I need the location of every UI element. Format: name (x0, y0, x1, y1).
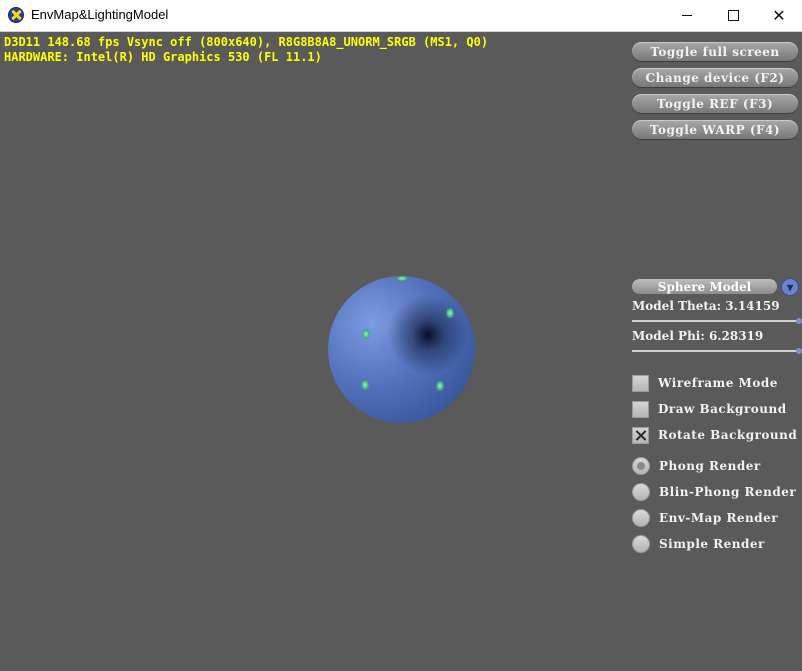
close-icon: ✕ (772, 5, 786, 25)
toggle-fullscreen-button[interactable]: Toggle full screen (632, 42, 798, 61)
wireframe-checkbox[interactable] (632, 374, 649, 392)
rotate-background-checkbox-row[interactable]: Rotate Background (632, 426, 797, 444)
wireframe-label: Wireframe Mode (658, 376, 778, 390)
simple-radio[interactable] (632, 535, 650, 553)
minimize-button[interactable] (664, 0, 710, 31)
theta-slider-label: Model Theta: 3.14159 (632, 299, 780, 313)
draw-background-label: Draw Background (658, 402, 787, 416)
specular-highlight (396, 276, 408, 281)
maximize-icon (727, 10, 739, 21)
device-text: HARDWARE: Intel(R) HD Graphics 530 (FL 1… (4, 50, 322, 64)
close-button[interactable]: ✕ (756, 0, 802, 31)
env-map-label: Env-Map Render (659, 511, 779, 525)
phong-radio[interactable] (632, 457, 650, 475)
rotate-background-checkbox[interactable] (632, 426, 649, 444)
wireframe-checkbox-row[interactable]: Wireframe Mode (632, 374, 778, 392)
specular-highlight (361, 380, 369, 390)
blinn-phong-label: Blin-Phong Render (659, 485, 797, 499)
phong-radio-row[interactable]: Phong Render (632, 457, 761, 475)
maximize-button[interactable] (710, 0, 756, 31)
theta-slider[interactable] (632, 320, 799, 322)
draw-background-checkbox[interactable] (632, 400, 649, 418)
model-select[interactable]: Sphere Model (632, 279, 777, 294)
env-map-radio[interactable] (632, 509, 650, 527)
simple-label: Simple Render (659, 537, 765, 551)
phi-slider[interactable] (632, 350, 799, 352)
phi-slider-thumb[interactable] (796, 348, 802, 354)
window-title-bar[interactable]: EnvMap&LightingModel ✕ (0, 0, 802, 32)
change-device-button[interactable]: Change device (F2) (632, 68, 798, 87)
blinn-phong-radio-row[interactable]: Blin-Phong Render (632, 483, 796, 501)
sphere-model (328, 276, 475, 423)
specular-highlight (362, 329, 370, 339)
minimize-icon (682, 15, 692, 16)
specular-highlight (446, 308, 454, 318)
simple-radio-row[interactable]: Simple Render (632, 535, 765, 553)
directx-x-icon (8, 7, 24, 23)
draw-background-checkbox-row[interactable]: Draw Background (632, 400, 787, 418)
rotate-background-label: Rotate Background (658, 428, 798, 442)
theta-slider-thumb[interactable] (796, 318, 802, 324)
phi-slider-label: Model Phi: 6.28319 (632, 329, 764, 343)
toggle-ref-button[interactable]: Toggle REF (F3) (632, 94, 798, 113)
dropdown-arrow-icon[interactable]: ▼ (781, 278, 799, 296)
blinn-phong-radio[interactable] (632, 483, 650, 501)
toggle-warp-button[interactable]: Toggle WARP (F4) (632, 120, 798, 139)
specular-highlight (436, 381, 444, 391)
stats-text: D3D11 148.68 fps Vsync off (800x640), R8… (4, 35, 489, 49)
phong-label: Phong Render (659, 459, 761, 473)
env-map-radio-row[interactable]: Env-Map Render (632, 509, 778, 527)
window-title: EnvMap&LightingModel (31, 7, 169, 22)
